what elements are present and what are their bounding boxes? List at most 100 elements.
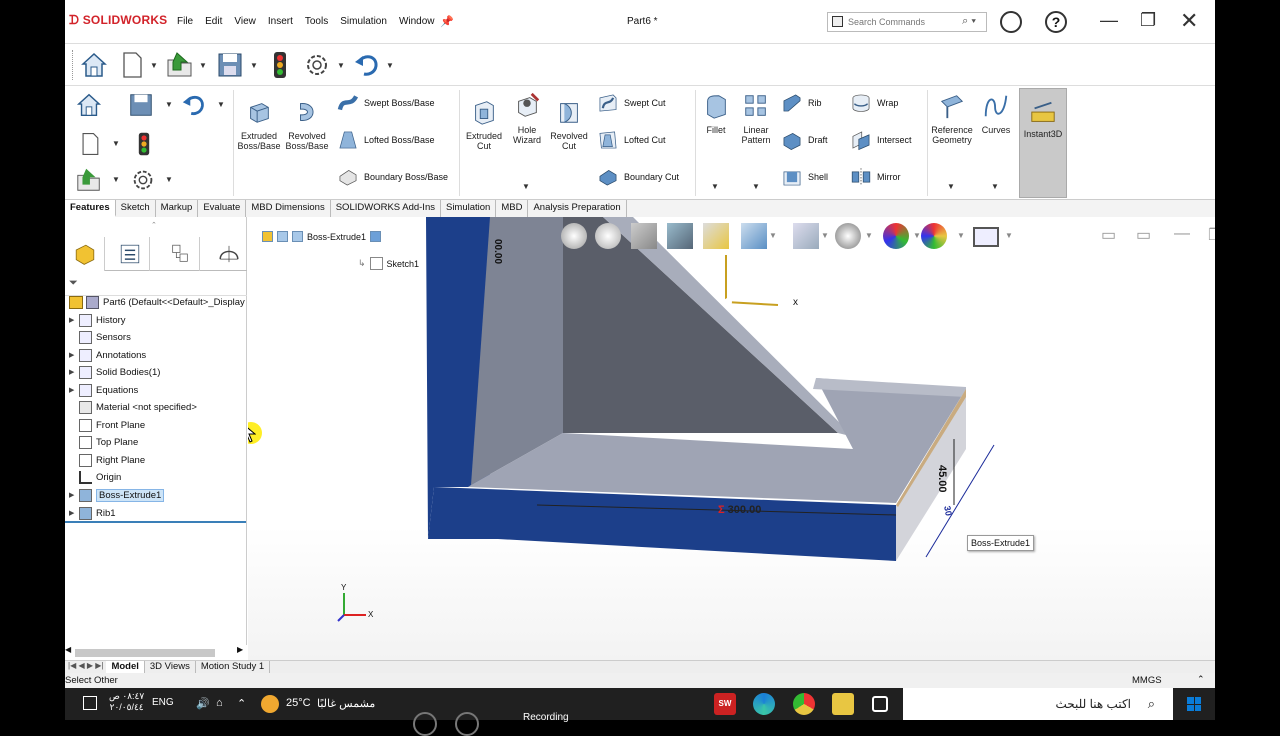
open-folder-icon[interactable] bbox=[75, 166, 103, 194]
new-document-icon[interactable] bbox=[117, 50, 147, 80]
tab-analysis-preparation[interactable]: Analysis Preparation bbox=[528, 200, 627, 217]
unit-system[interactable]: MMGS bbox=[1132, 675, 1162, 686]
cut-group-dropdown-icon[interactable]: ▼ bbox=[522, 182, 530, 191]
temperature[interactable]: 25°C bbox=[286, 697, 311, 709]
draft-button[interactable]: Draft bbox=[781, 129, 828, 151]
menu-view[interactable]: View bbox=[234, 16, 256, 27]
swept-cut-button[interactable]: Swept Cut bbox=[597, 92, 666, 114]
expand-arrow-icon[interactable]: ▶ bbox=[69, 509, 79, 517]
home-icon[interactable] bbox=[75, 91, 103, 119]
rib-button[interactable]: Rib bbox=[781, 92, 822, 114]
linear-pattern-button[interactable]: Linear Pattern bbox=[737, 92, 775, 145]
lofted-boss-button[interactable]: Lofted Boss/Base bbox=[337, 129, 435, 151]
tree-item-top-plane[interactable]: Top Plane bbox=[69, 434, 138, 450]
home-icon[interactable] bbox=[79, 50, 109, 80]
swept-boss-button[interactable]: Swept Boss/Base bbox=[337, 92, 435, 114]
tab-3d-views[interactable]: 3D Views bbox=[145, 661, 196, 673]
new-document-icon[interactable] bbox=[77, 130, 103, 158]
scene-dropdown-icon[interactable]: ▼ bbox=[957, 231, 965, 240]
tab-sketch[interactable]: Sketch bbox=[116, 200, 156, 217]
extruded-boss-button[interactable]: Extruded Boss/Base bbox=[237, 98, 281, 151]
curves-dropdown-icon[interactable]: ▼ bbox=[991, 182, 999, 191]
chrome-browser-icon[interactable] bbox=[793, 693, 815, 715]
menu-tools[interactable]: Tools bbox=[305, 16, 328, 27]
recorder-control-icon[interactable] bbox=[413, 712, 437, 736]
speaker-icon[interactable]: 🔊 bbox=[196, 697, 210, 710]
scroll-right-icon[interactable]: ▶ bbox=[237, 645, 243, 654]
options-dropdown-icon[interactable]: ▼ bbox=[165, 175, 173, 184]
undo-icon[interactable] bbox=[180, 91, 208, 119]
save-dropdown-icon[interactable]: ▼ bbox=[250, 61, 258, 70]
previous-view-icon[interactable] bbox=[631, 223, 657, 249]
new-dropdown-icon[interactable]: ▼ bbox=[150, 61, 158, 70]
height-dimension-value[interactable]: 45.00 bbox=[936, 465, 948, 493]
tree-item-right-plane[interactable]: Right Plane bbox=[69, 452, 145, 468]
language-indicator[interactable]: ENG bbox=[152, 697, 174, 708]
revolved-boss-button[interactable]: Revolved Boss/Base bbox=[285, 98, 329, 151]
tree-item-rib1[interactable]: ▶ Rib1 bbox=[69, 505, 116, 521]
tab-evaluate[interactable]: Evaluate bbox=[198, 200, 247, 217]
undo-dropdown-icon[interactable]: ▼ bbox=[386, 61, 394, 70]
expand-arrow-icon[interactable]: ▶ bbox=[69, 386, 79, 394]
tab-nav-first-icon[interactable]: |◀ ◀ ▶ ▶| bbox=[65, 661, 106, 673]
fillet-dropdown-icon[interactable]: ▼ bbox=[711, 182, 719, 191]
shell-button[interactable]: Shell bbox=[781, 166, 828, 188]
tab-markup[interactable]: Markup bbox=[156, 200, 199, 217]
tree-item-annotations[interactable]: ▶ Annotations bbox=[69, 347, 146, 363]
tree-item-material[interactable]: Material <not specified> bbox=[69, 399, 197, 415]
notification-icon[interactable] bbox=[83, 696, 97, 710]
sketch-breadcrumb[interactable]: ↳ Sketch1 bbox=[358, 257, 419, 270]
pin-icon[interactable]: 📌 bbox=[440, 15, 454, 28]
expand-arrow-icon[interactable]: ▶ bbox=[69, 368, 79, 376]
rebuild-traffic-light-icon[interactable] bbox=[265, 50, 295, 80]
tab-dimxpert-manager[interactable] bbox=[210, 237, 250, 271]
tab-feature-manager[interactable] bbox=[65, 237, 105, 271]
tab-features[interactable]: Features bbox=[65, 200, 116, 217]
instant3d-button[interactable]: Instant3D bbox=[1019, 88, 1067, 198]
intersect-button[interactable]: Intersect bbox=[850, 129, 912, 151]
menu-file[interactable]: File bbox=[177, 16, 193, 27]
hole-wizard-button[interactable]: Hole Wizard bbox=[509, 92, 545, 145]
tree-item-sensors[interactable]: Sensors bbox=[69, 329, 131, 345]
display-style-dropdown-icon[interactable]: ▼ bbox=[821, 231, 829, 240]
filter-icon[interactable]: ⏷ bbox=[69, 277, 78, 290]
show-hidden-icons-icon[interactable]: ⌃ bbox=[237, 697, 246, 710]
tab-property-manager[interactable] bbox=[110, 237, 150, 271]
tree-item-front-plane[interactable]: Front Plane bbox=[69, 417, 145, 433]
boundary-cut-button[interactable]: Boundary Cut bbox=[597, 166, 679, 188]
breadcrumb-feature[interactable]: Boss-Extrude1 bbox=[307, 232, 366, 242]
options-dropdown-icon[interactable]: ▼ bbox=[337, 61, 345, 70]
edit-appearance-icon[interactable] bbox=[883, 223, 909, 249]
weather-sun-icon[interactable] bbox=[261, 695, 279, 713]
options-gear-icon[interactable] bbox=[129, 166, 157, 194]
tab-configuration-manager[interactable] bbox=[160, 237, 200, 271]
face-breadcrumb-icon[interactable] bbox=[370, 231, 382, 242]
expand-arrow-icon[interactable]: ▶ bbox=[69, 316, 79, 324]
rebuild-traffic-light-icon[interactable] bbox=[131, 130, 157, 158]
save-icon[interactable] bbox=[127, 91, 155, 119]
save-dropdown-icon[interactable]: ▼ bbox=[165, 100, 173, 109]
tab-mbd-dimensions[interactable]: MBD Dimensions bbox=[246, 200, 331, 217]
clock[interactable]: ٠٨:٤٧ ص ٢٠/٠٥/٤٤ bbox=[109, 691, 144, 713]
hide-show-dropdown-icon[interactable]: ▼ bbox=[865, 231, 873, 240]
body-breadcrumb-icon[interactable] bbox=[277, 231, 288, 242]
pattern-dropdown-icon[interactable]: ▼ bbox=[752, 182, 760, 191]
solidworks-taskbar-icon[interactable]: SW bbox=[714, 693, 736, 715]
tab-model[interactable]: Model bbox=[106, 661, 145, 673]
open-folder-icon[interactable] bbox=[165, 50, 195, 80]
open-dropdown-icon[interactable]: ▼ bbox=[112, 175, 120, 184]
tab-solidworks-add-ins[interactable]: SOLIDWORKS Add-Ins bbox=[331, 200, 441, 217]
task-view-icon[interactable] bbox=[872, 696, 888, 712]
user-account-icon[interactable] bbox=[1000, 11, 1022, 33]
undo-dropdown-icon[interactable]: ▼ bbox=[217, 100, 225, 109]
view-orientation-dropdown-icon[interactable]: ▼ bbox=[769, 231, 777, 240]
new-dropdown-icon[interactable]: ▼ bbox=[112, 139, 120, 148]
dynamic-annotation-icon[interactable] bbox=[703, 223, 729, 249]
zoom-to-fit-icon[interactable] bbox=[561, 223, 587, 249]
lofted-cut-button[interactable]: Lofted Cut bbox=[597, 129, 666, 151]
feature-breadcrumb-icon[interactable] bbox=[292, 231, 303, 242]
l-bracket-model[interactable] bbox=[248, 217, 1215, 660]
extruded-cut-button[interactable]: Extruded Cut bbox=[462, 98, 506, 151]
tree-item-history[interactable]: ▶ History bbox=[69, 312, 126, 328]
file-explorer-taskbar-icon[interactable] bbox=[832, 693, 854, 715]
